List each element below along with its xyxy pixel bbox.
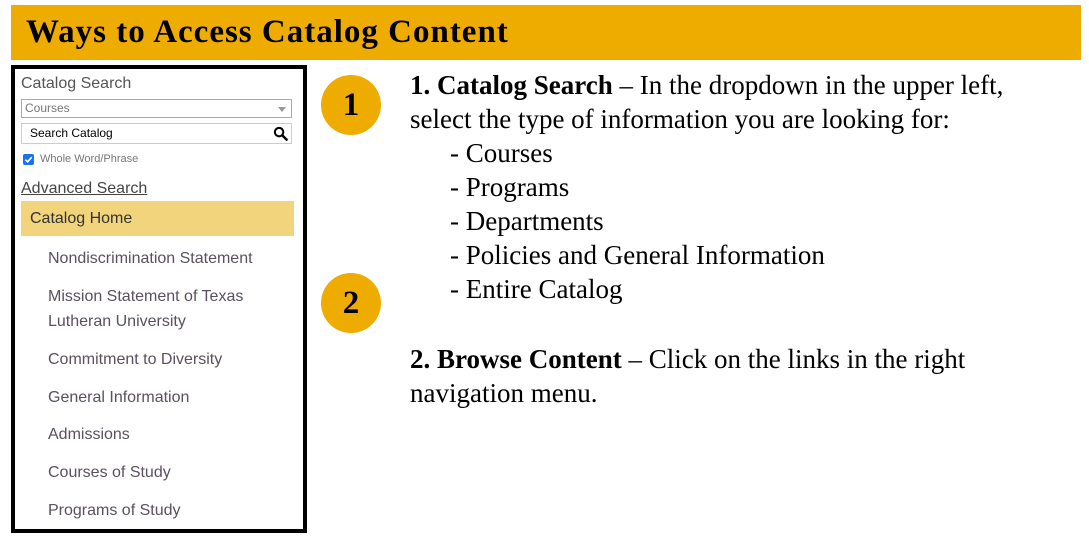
search-input[interactable]: Search Catalog xyxy=(21,123,292,144)
option-programs: - Programs xyxy=(450,172,570,202)
sidebar-item-diversity[interactable]: Commitment to Diversity xyxy=(48,347,288,372)
sidebar-item-programs-of-study[interactable]: Programs of Study xyxy=(48,498,288,523)
sidebar-item-courses-of-study[interactable]: Courses of Study xyxy=(48,460,288,485)
whole-word-label: Whole Word/Phrase xyxy=(40,153,139,165)
check-icon xyxy=(24,156,33,163)
step-1-text: In the dropdown in the upper left, xyxy=(639,70,1004,100)
step-1-title: 1. Catalog Search xyxy=(410,70,613,100)
step-1-badge: 1 xyxy=(321,75,381,135)
sidebar-item-catalog-home[interactable]: Catalog Home xyxy=(21,201,294,236)
step-1-line-1: 1. Catalog Search – In the dropdown in t… xyxy=(410,68,1003,102)
step-2-line-1: 2. Browse Content – Click on the links i… xyxy=(410,342,965,376)
catalog-sidebar-screenshot: Catalog Search Courses Search Catalog Wh… xyxy=(11,65,307,533)
step-1-dash: – xyxy=(612,70,640,100)
chevron-down-icon xyxy=(278,107,286,112)
step-1-line-2: select the type of information you are l… xyxy=(410,104,950,134)
advanced-search-link[interactable]: Advanced Search xyxy=(21,180,147,198)
sidebar-item-admissions[interactable]: Admissions xyxy=(48,422,288,447)
select-value: Courses xyxy=(25,101,70,115)
catalog-search-heading: Catalog Search xyxy=(21,75,132,92)
sidebar-item-nondiscrimination[interactable]: Nondiscrimination Statement xyxy=(48,246,288,271)
step-2-badge: 2 xyxy=(321,273,381,333)
page-title: Ways to Access Catalog Content xyxy=(26,14,509,50)
option-policies: - Policies and General Information xyxy=(450,240,825,270)
option-departments: - Departments xyxy=(450,206,604,236)
step-2-text: Click on the links in the right xyxy=(648,344,966,374)
whole-word-option[interactable]: Whole Word/Phrase xyxy=(23,153,138,165)
title-banner: Ways to Access Catalog Content xyxy=(11,5,1081,60)
search-icon[interactable] xyxy=(273,126,288,141)
step-2-line-2: navigation menu. xyxy=(410,378,598,408)
whole-word-checkbox[interactable] xyxy=(23,153,34,165)
sidebar-item-mission-statement[interactable]: Mission Statement of Texas Lutheran Univ… xyxy=(48,284,288,334)
search-type-select[interactable]: Courses xyxy=(21,99,292,118)
search-placeholder: Search Catalog xyxy=(30,126,113,140)
option-courses: - Courses xyxy=(450,138,553,168)
option-entire-catalog: - Entire Catalog xyxy=(450,274,623,304)
step-2-dash: – xyxy=(621,344,649,374)
step-2-title: 2. Browse Content xyxy=(410,344,622,374)
sidebar-item-general-information[interactable]: General Information xyxy=(48,385,288,410)
